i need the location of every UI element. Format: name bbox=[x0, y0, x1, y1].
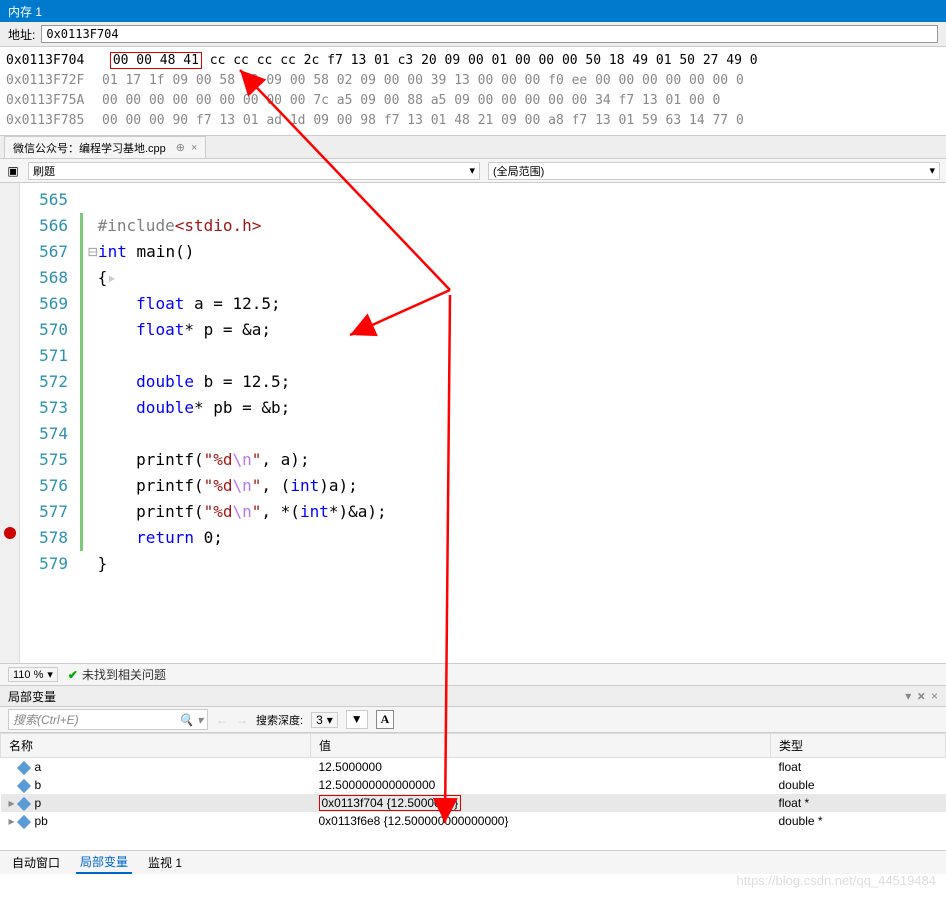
variable-icon bbox=[16, 761, 30, 775]
addr-label: 地址: bbox=[8, 26, 35, 43]
breakpoint-icon[interactable] bbox=[4, 527, 16, 539]
col-value[interactable]: 值 bbox=[311, 734, 771, 758]
locals-table[interactable]: 名称 值 类型 a 12.5000000 float b 12.50000000… bbox=[0, 733, 946, 830]
no-issues-status: ✔ 未找到相关问题 bbox=[68, 666, 166, 683]
memory-row: 0x0113F75A00 00 00 00 00 00 00 00 00 7c … bbox=[6, 91, 940, 111]
nav-back-icon[interactable]: ← bbox=[216, 713, 228, 727]
chevron-down-icon: ▾ bbox=[327, 713, 333, 727]
table-row[interactable]: b 12.500000000000000 double bbox=[1, 776, 946, 794]
table-row[interactable]: ▸p 0x0113f704 {12.5000000} float * bbox=[1, 794, 946, 812]
depth-combo[interactable]: 3▾ bbox=[311, 712, 338, 728]
memory-title-text: 内存 1 bbox=[8, 3, 42, 20]
search-icon[interactable]: 🔍 ▾ bbox=[179, 713, 203, 727]
nav-fwd-icon[interactable]: → bbox=[236, 713, 248, 727]
close-icon[interactable]: × bbox=[191, 142, 197, 154]
memory-row: 0x0113F704 00 00 48 41 cc cc cc cc 2c f7… bbox=[6, 51, 940, 71]
watermark: https://blog.csdn.net/qq_44519484 bbox=[737, 873, 937, 888]
tab-watch[interactable]: 监视 1 bbox=[144, 852, 186, 873]
status-bar: 110 %▾ ✔ 未找到相关问题 bbox=[0, 663, 946, 685]
chevron-down-icon: ▾ bbox=[469, 164, 475, 177]
dropdown-icon[interactable]: ▾ bbox=[905, 689, 911, 704]
locals-panel-title: 局部变量 ▾ 🞬 × bbox=[0, 685, 946, 707]
memory-address-bar: 地址: bbox=[0, 22, 946, 47]
pin-icon[interactable]: ⊕ bbox=[176, 141, 185, 154]
variable-icon bbox=[16, 779, 30, 793]
text-mode-icon[interactable]: A bbox=[376, 710, 395, 729]
scope-combo-left[interactable]: 刷题▾ bbox=[28, 162, 480, 180]
table-row[interactable]: a 12.5000000 float bbox=[1, 758, 946, 777]
pin-icon[interactable]: 🞬 bbox=[917, 689, 925, 704]
line-numbers: 5655665675685695705715725735745755765775… bbox=[20, 183, 80, 663]
check-icon: ✔ bbox=[68, 668, 78, 682]
bottom-tabs: 自动窗口 局部变量 监视 1 bbox=[0, 850, 946, 874]
nav-bar: ▣ 刷题▾ (全局范围)▾ bbox=[0, 159, 946, 183]
col-type[interactable]: 类型 bbox=[771, 734, 946, 758]
addr-input[interactable] bbox=[41, 25, 938, 43]
file-tab[interactable]: 微信公众号：编程学习基地.cpp ⊕ × bbox=[4, 136, 206, 158]
locals-search-input[interactable]: 搜索(Ctrl+E) 🔍 ▾ bbox=[8, 709, 208, 730]
file-tab-label: 微信公众号：编程学习基地.cpp bbox=[13, 140, 166, 156]
tab-locals[interactable]: 局部变量 bbox=[76, 851, 132, 874]
memory-row: 0x0113F72F01 17 1f 09 00 58 02 09 00 58 … bbox=[6, 71, 940, 91]
file-tab-row: 微信公众号：编程学习基地.cpp ⊕ × bbox=[0, 135, 946, 159]
zoom-combo[interactable]: 110 %▾ bbox=[8, 667, 58, 682]
table-row[interactable]: ▸pb 0x0113f6e8 {12.500000000000000} doub… bbox=[1, 812, 946, 830]
memory-row: 0x0113F78500 00 00 90 f7 13 01 ad 1d 09 … bbox=[6, 111, 940, 131]
variable-icon bbox=[16, 815, 30, 829]
variable-icon bbox=[16, 797, 30, 811]
memory-panel-title: 内存 1 bbox=[0, 0, 946, 22]
depth-label: 搜索深度: bbox=[256, 712, 303, 728]
module-icon: ▣ bbox=[6, 164, 20, 178]
code-content[interactable]: #include<stdio.h> ⊟int main() {▸ float a… bbox=[80, 183, 946, 663]
chevron-down-icon: ▾ bbox=[929, 164, 935, 177]
memory-hex-view[interactable]: 0x0113F704 00 00 48 41 cc cc cc cc 2c f7… bbox=[0, 47, 946, 135]
code-editor[interactable]: 5655665675685695705715725735745755765775… bbox=[0, 183, 946, 663]
locals-toolbar: 搜索(Ctrl+E) 🔍 ▾ ← → 搜索深度: 3▾ ▼ A bbox=[0, 707, 946, 733]
memory-addr: 0x0113F704 bbox=[6, 51, 102, 71]
scope-combo-right[interactable]: (全局范围)▾ bbox=[488, 162, 940, 180]
close-icon[interactable]: × bbox=[931, 689, 938, 704]
memory-highlight: 00 00 48 41 bbox=[110, 52, 202, 69]
col-name[interactable]: 名称 bbox=[1, 734, 311, 758]
breakpoint-gutter[interactable] bbox=[0, 183, 20, 663]
value-highlight: 0x0113f704 {12.5000000} bbox=[319, 795, 462, 811]
chevron-down-icon: ▾ bbox=[47, 668, 53, 681]
filter-icon[interactable]: ▼ bbox=[346, 710, 368, 729]
tab-auto[interactable]: 自动窗口 bbox=[8, 852, 64, 873]
